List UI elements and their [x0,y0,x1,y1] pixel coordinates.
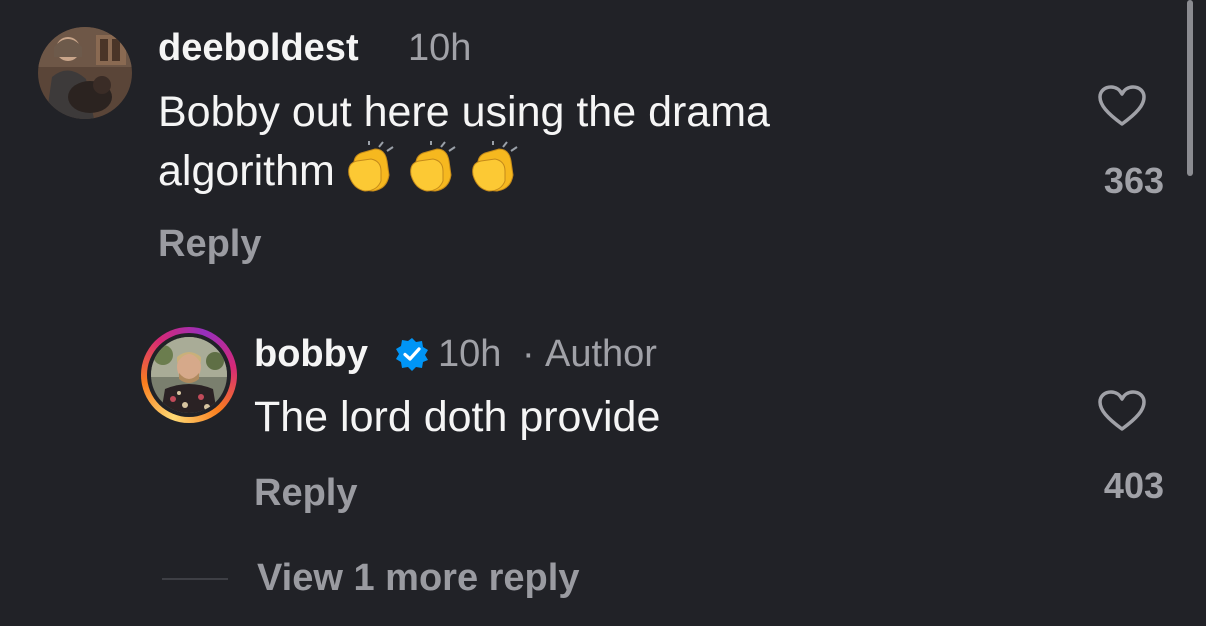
reply-button[interactable]: Reply [158,222,261,266]
verified-badge-icon [396,338,428,371]
comment-text-word: algorithm [158,147,335,195]
avatar[interactable] [38,27,132,119]
avatar[interactable] [151,337,227,413]
comments-screen: deeboldest 10h Bobby out here using the … [0,0,1206,626]
view-more-replies-button[interactable]: View 1 more reply [257,556,579,600]
heart-outline-icon[interactable] [1097,389,1147,433]
author-label: Author [545,333,657,375]
heart-outline-icon[interactable] [1097,84,1147,128]
reply-button[interactable]: Reply [254,471,357,515]
timestamp: 10h [438,333,502,375]
username[interactable]: deeboldest [158,26,359,70]
story-ring[interactable] [141,327,237,423]
timestamp: 10h [408,27,472,69]
clapping-hands-emoji-icon [472,141,518,192]
comment-text-line-1: Bobby out here using the drama [158,88,770,136]
username[interactable]: bobby [254,332,368,376]
scrollbar[interactable] [1187,0,1193,176]
comment-text: The lord doth provide [254,393,661,441]
clapping-hands-emoji-icon [348,141,394,192]
meta-separator: · [522,333,535,375]
clapping-hands-emoji-icon [410,141,456,192]
like-count: 363 [1103,160,1164,201]
thread-divider [162,578,228,580]
like-count: 403 [1103,465,1164,506]
comment-text-line-2: algorithm [158,141,521,200]
